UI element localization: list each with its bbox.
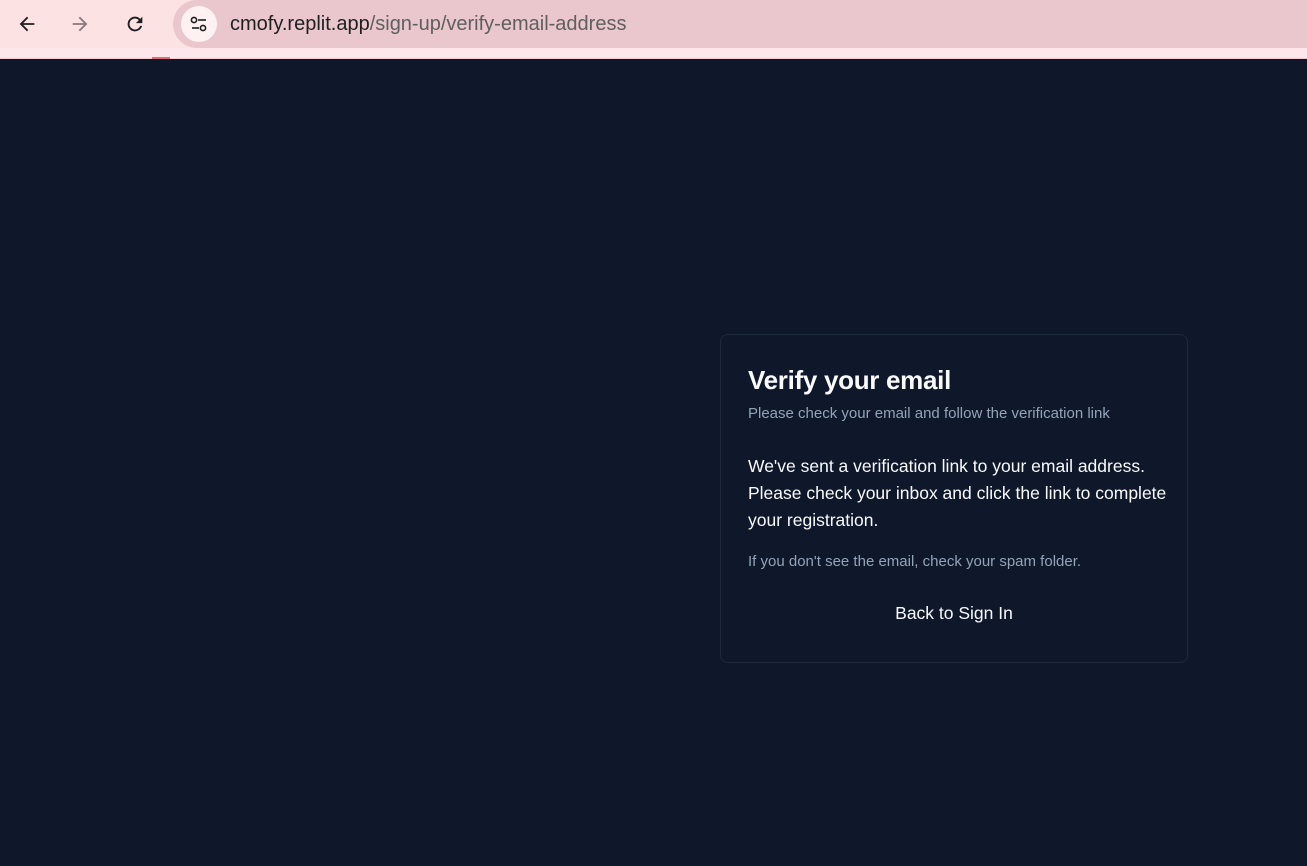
back-to-sign-in-button[interactable]: Back to Sign In	[748, 597, 1160, 629]
arrow-left-icon	[19, 16, 35, 32]
arrow-right-icon	[72, 16, 88, 32]
back-button[interactable]	[9, 6, 45, 42]
reload-button[interactable]	[117, 6, 153, 42]
browser-toolbar: cmofy.replit.app/sign-up/verify-email-ad…	[0, 0, 1307, 48]
url-text[interactable]: cmofy.replit.app/sign-up/verify-email-ad…	[230, 12, 626, 36]
toolbar-divider	[0, 48, 1307, 59]
tune-icon	[190, 16, 207, 32]
url-path: /sign-up/verify-email-address	[369, 13, 627, 35]
loading-indicator	[152, 57, 170, 59]
site-info-button[interactable]	[181, 6, 217, 42]
card-title: Verify your email	[748, 365, 952, 395]
url-host: cmofy.replit.app	[230, 13, 370, 35]
forward-button[interactable]	[62, 6, 98, 42]
spam-hint: If you don't see the email, check your s…	[748, 553, 1082, 570]
verification-message: We've sent a verification link to your e…	[748, 456, 1167, 530]
reload-icon	[127, 16, 143, 32]
card-subtitle: Please check your email and follow the v…	[748, 405, 1110, 422]
verify-email-card: Verify your email Please check your emai…	[720, 334, 1188, 663]
